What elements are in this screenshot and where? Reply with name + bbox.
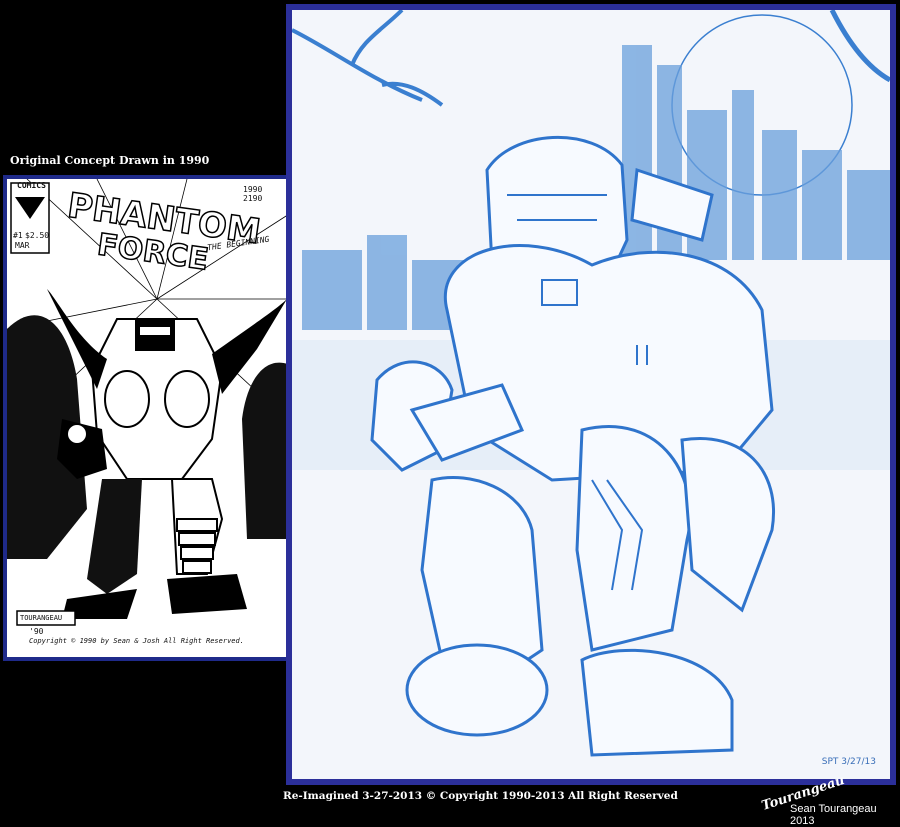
sketch-signature: SPT 3/27/13	[821, 757, 876, 767]
original-cover-art: COMICS #1 $2.50 MAR 1990 2190 PHANTOM FO…	[7, 179, 298, 657]
cover-year-mark: '90	[29, 627, 44, 636]
cover-price: $2.50	[25, 231, 50, 240]
cover-date-note: 1990 2190	[243, 185, 263, 203]
sketch-illustration	[292, 10, 890, 757]
sketch-frame: SPT 3/27/13	[286, 4, 896, 785]
caption-original-concept: Original Concept Drawn in 1990	[10, 154, 210, 167]
original-cover-frame: COMICS #1 $2.50 MAR 1990 2190 PHANTOM FO…	[3, 175, 302, 661]
caption-reimagined: Re-Imagined 3-27-2013 © Copyright 1990-2…	[283, 790, 678, 802]
cover-month: MAR	[15, 241, 30, 250]
cover-issue-number: #1	[13, 231, 23, 240]
cover-signature-text: TOURANGEAU	[20, 614, 63, 622]
sketch-art: SPT 3/27/13	[292, 10, 890, 779]
artist-credit: Sean Tourangeau 2013	[790, 803, 877, 827]
cover-copyright: Copyright © 1990 by Sean & Josh All Righ…	[29, 637, 244, 645]
cover-publisher: COMICS	[17, 181, 46, 190]
